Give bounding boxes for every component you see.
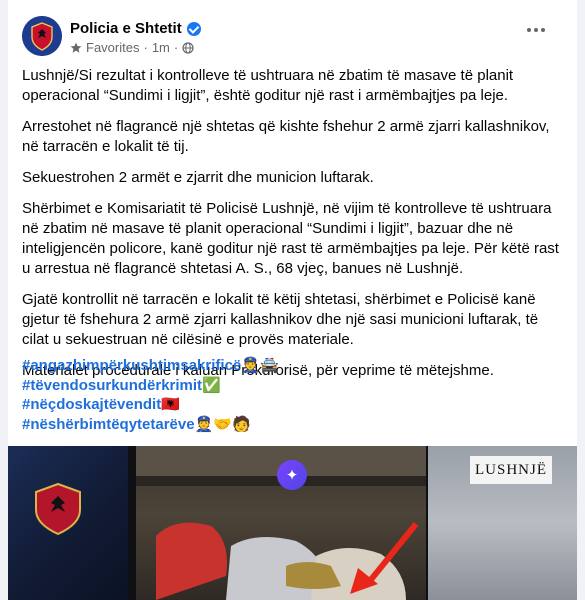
post-paragraph: Gjatë kontrollit në tarracën e lokalit t… (22, 291, 539, 348)
audience-label[interactable]: Favorites (86, 40, 139, 55)
post-paragraph: Sekuestrohen 2 armët e zjarrit dhe munic… (22, 169, 374, 186)
globe-icon (182, 41, 194, 54)
hashtag-link[interactable]: #nëshërbimtëqytetarëve (22, 416, 195, 433)
hashtag-line: #nëshërbimtëqytetarëve👮🤝🧑 (22, 415, 279, 435)
post-time[interactable]: 1m (152, 40, 170, 55)
hashtag-line: #tëvendosurkundërkrimit✅ (22, 376, 279, 396)
post-paragraph: Lushnjë/Si rezultat i kontrolleve të ush… (22, 67, 514, 104)
hashtag-emoji: ✅ (202, 376, 221, 394)
post-body: Lushnjë/Si rezultat i kontrolleve të ush… (22, 66, 567, 392)
page-avatar[interactable] (22, 16, 62, 56)
star-icon (70, 42, 82, 53)
hashtag-link[interactable]: #tëvendosurkundërkrimit (22, 377, 202, 394)
hashtag-line: #angazhimpërkushtimsakrificë👮🚔 (22, 356, 279, 376)
ai-sparkle-icon[interactable]: ✦ (277, 460, 307, 490)
post-paragraph: Arrestohet në flagrancë një shtetas që k… (22, 118, 550, 155)
post-header: Policia e Shtetit Favorites · 1m · (8, 0, 577, 62)
hashtag-emoji: 👮🤝🧑 (194, 415, 251, 433)
page-name[interactable]: Policia e Shtetit (70, 20, 201, 37)
hashtag-emoji: 👮🚔 (241, 357, 279, 374)
post-paragraph: Shërbimet e Komisariatit të Policisë Lus… (22, 200, 559, 277)
media-divider (128, 446, 136, 600)
hashtag-list: #angazhimpërkushtimsakrificë👮🚔 #tëvendos… (22, 356, 279, 434)
more-options-icon[interactable] (527, 28, 545, 32)
police-logo-icon (22, 16, 62, 56)
hashtag-emoji: 🇦🇱 (161, 396, 180, 413)
meta-separator: · (143, 40, 148, 55)
hashtag-line: #nëçdoskajtëvendit🇦🇱 (22, 395, 279, 415)
location-stamp: LUSHNJË (470, 456, 552, 484)
police-emblem-icon (35, 482, 81, 536)
hashtag-link[interactable]: #nëçdoskajtëvendit (22, 396, 161, 413)
post-meta: Favorites · 1m · (70, 40, 194, 55)
post-media[interactable]: LUSHNJË ✦ (8, 446, 577, 600)
page-name-label[interactable]: Policia e Shtetit (70, 20, 182, 37)
meta-separator-2: · (173, 40, 179, 55)
verified-badge-icon (186, 21, 201, 36)
post-card: Policia e Shtetit Favorites · 1m · Lushn… (8, 0, 577, 600)
hashtag-link[interactable]: #angazhimpërkushtimsakrificë (22, 357, 241, 374)
media-panel-logo (8, 446, 128, 600)
